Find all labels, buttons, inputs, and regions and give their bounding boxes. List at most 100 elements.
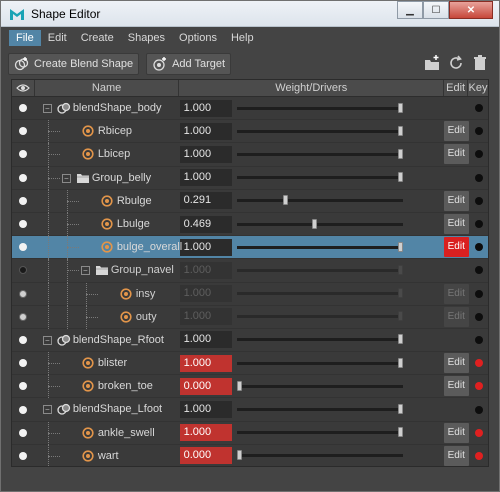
slider-handle[interactable] — [397, 427, 403, 438]
slider-handle[interactable] — [397, 288, 403, 299]
visibility-toggle[interactable] — [19, 150, 28, 159]
visibility-toggle[interactable] — [19, 266, 28, 275]
keyframe-dot[interactable] — [475, 405, 484, 414]
trash-icon[interactable] — [471, 54, 489, 72]
menu-create[interactable]: Create — [74, 30, 121, 46]
keyframe-dot[interactable] — [475, 335, 484, 344]
tree-row[interactable]: − Group_belly 1.000 — [12, 166, 488, 190]
keyframe-dot[interactable] — [475, 359, 484, 368]
slider-handle[interactable] — [397, 241, 403, 252]
slider-handle[interactable] — [236, 380, 242, 391]
keyframe-dot[interactable] — [475, 150, 484, 159]
menu-file[interactable]: File — [9, 30, 41, 46]
edit-button[interactable]: Edit — [443, 237, 469, 258]
tree-row[interactable]: ankle_swell 1.000 Edit — [12, 421, 488, 445]
visibility-toggle[interactable] — [19, 382, 28, 391]
collapse-toggle-icon[interactable]: − — [42, 405, 52, 415]
weight-slider[interactable] — [236, 288, 403, 299]
weight-field[interactable]: 1.000 — [179, 145, 232, 163]
visibility-toggle[interactable] — [19, 451, 28, 460]
slider-handle[interactable] — [397, 404, 403, 415]
visibility-toggle[interactable] — [19, 127, 28, 136]
new-folder-icon[interactable] — [423, 54, 441, 72]
tree-row[interactable]: Lbicep 1.000 Edit — [12, 143, 488, 167]
weight-field[interactable]: 1.000 — [179, 354, 232, 372]
menu-help[interactable]: Help — [224, 30, 261, 46]
slider-handle[interactable] — [397, 357, 403, 368]
edit-button[interactable]: Edit — [443, 283, 469, 304]
collapse-toggle-icon[interactable]: − — [42, 335, 52, 345]
collapse-toggle-icon[interactable]: − — [61, 173, 71, 183]
tree-row[interactable]: broken_toe 0.000 Edit — [12, 375, 488, 399]
menu-shapes[interactable]: Shapes — [121, 30, 172, 46]
slider-handle[interactable] — [397, 148, 403, 159]
weight-slider[interactable] — [236, 148, 403, 159]
weight-field[interactable]: 0.469 — [179, 215, 232, 233]
edit-button[interactable]: Edit — [443, 190, 469, 211]
tree-row[interactable]: Rbicep 1.000 Edit — [12, 120, 488, 144]
add-target-button[interactable]: Add Target — [146, 53, 232, 75]
keyframe-dot[interactable] — [475, 428, 484, 437]
visibility-toggle[interactable] — [19, 243, 28, 252]
slider-handle[interactable] — [283, 195, 289, 206]
tree-row[interactable]: − blendShape_Lfoot 1.000 — [12, 398, 488, 422]
weight-slider[interactable] — [236, 195, 403, 206]
visibility-toggle[interactable] — [19, 312, 28, 321]
maximize-button[interactable]: ☐ — [423, 1, 449, 19]
weight-field[interactable]: 1.000 — [179, 169, 232, 187]
keyframe-dot[interactable] — [475, 243, 484, 252]
slider-handle[interactable] — [397, 125, 403, 136]
tree-row[interactable]: blister 1.000 Edit — [12, 352, 488, 376]
weight-slider[interactable] — [236, 102, 403, 113]
weight-field[interactable]: 1.000 — [179, 308, 232, 326]
menu-edit[interactable]: Edit — [41, 30, 74, 46]
tree-row[interactable]: Rbulge 0.291 Edit — [12, 189, 488, 213]
keyframe-dot[interactable] — [475, 289, 484, 298]
keyframe-dot[interactable] — [475, 220, 484, 229]
tree-row[interactable]: Lbulge 0.469 Edit — [12, 212, 488, 237]
weight-field[interactable]: 1.000 — [179, 424, 232, 442]
visibility-toggle[interactable] — [19, 405, 28, 414]
weight-field[interactable]: 0.291 — [179, 192, 232, 210]
weight-slider[interactable] — [236, 218, 403, 229]
slider-handle[interactable] — [397, 264, 403, 275]
weight-slider[interactable] — [236, 311, 403, 322]
minimize-button[interactable]: ▁ — [397, 1, 423, 19]
tree-row[interactable]: − Group_navel 1.000 — [12, 259, 488, 283]
edit-button[interactable]: Edit — [443, 214, 469, 235]
weight-field[interactable]: 0.000 — [179, 377, 232, 395]
weight-field[interactable]: 1.000 — [179, 99, 232, 117]
visibility-toggle[interactable] — [19, 220, 28, 229]
keyframe-dot[interactable] — [475, 104, 484, 113]
visibility-toggle[interactable] — [19, 196, 28, 205]
tree-row[interactable]: wart 0.000 Edit — [12, 444, 488, 466]
weight-field[interactable]: 1.000 — [179, 261, 232, 279]
tree-row[interactable]: − blendShape_body 1.000 — [12, 97, 488, 121]
weight-slider[interactable] — [236, 125, 403, 136]
edit-button[interactable]: Edit — [443, 121, 469, 142]
weight-slider[interactable] — [236, 404, 403, 415]
weight-slider[interactable] — [236, 357, 403, 368]
visibility-toggle[interactable] — [19, 428, 28, 437]
collapse-toggle-icon[interactable]: − — [80, 266, 90, 276]
edit-column-header[interactable]: Edit — [444, 80, 469, 96]
weight-slider[interactable] — [236, 450, 403, 461]
key-column-header[interactable]: Key — [468, 80, 488, 96]
keyframe-dot[interactable] — [475, 312, 484, 321]
edit-button[interactable]: Edit — [443, 422, 469, 443]
weight-field[interactable]: 1.000 — [179, 401, 232, 419]
weight-slider[interactable] — [236, 172, 403, 183]
weight-field[interactable]: 1.000 — [179, 331, 232, 349]
visibility-toggle[interactable] — [19, 173, 28, 182]
keyframe-dot[interactable] — [475, 127, 484, 136]
edit-button[interactable]: Edit — [443, 353, 469, 374]
slider-handle[interactable] — [397, 172, 403, 183]
weight-field[interactable]: 0.000 — [179, 447, 232, 465]
visibility-toggle[interactable] — [19, 104, 28, 113]
visibility-toggle[interactable] — [19, 335, 28, 344]
name-column-header[interactable]: Name — [35, 80, 180, 96]
edit-button[interactable]: Edit — [443, 376, 469, 397]
keyframe-dot[interactable] — [475, 173, 484, 182]
tree-row[interactable]: bulge_overall 1.000 Edit — [12, 236, 488, 260]
keyframe-dot[interactable] — [475, 382, 484, 391]
